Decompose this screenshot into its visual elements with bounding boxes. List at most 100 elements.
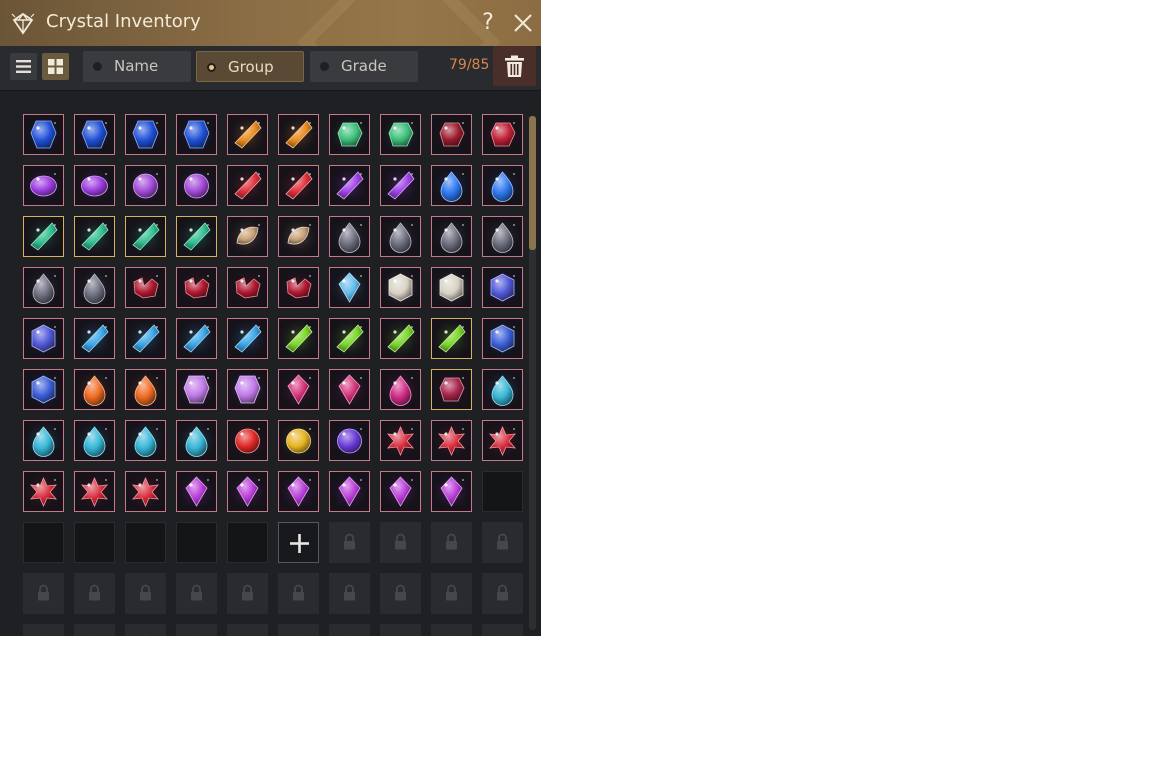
- crystal-slot[interactable]: [329, 318, 370, 359]
- crystal-slot[interactable]: [482, 267, 523, 308]
- delete-button[interactable]: [493, 46, 536, 86]
- crystal-slot[interactable]: [278, 369, 319, 410]
- sort-by-name-radio[interactable]: Name: [83, 51, 191, 82]
- crystal-slot[interactable]: [23, 165, 64, 206]
- empty-slot[interactable]: [176, 522, 217, 563]
- crystal-slot[interactable]: [23, 114, 64, 155]
- crystal-slot[interactable]: [176, 471, 217, 512]
- help-icon[interactable]: ?: [478, 9, 498, 37]
- crystal-slot[interactable]: [380, 318, 421, 359]
- crystal-slot[interactable]: [227, 114, 268, 155]
- empty-slot[interactable]: [125, 522, 166, 563]
- crystal-slot[interactable]: [431, 165, 472, 206]
- crystal-slot[interactable]: [431, 420, 472, 461]
- crystal-slot[interactable]: [380, 216, 421, 257]
- crystal-slot[interactable]: [23, 318, 64, 359]
- crystal-slot[interactable]: [278, 471, 319, 512]
- empty-slot[interactable]: [74, 522, 115, 563]
- close-icon[interactable]: [512, 12, 534, 34]
- crystal-slot[interactable]: [125, 318, 166, 359]
- crystal-slot[interactable]: [176, 114, 217, 155]
- crystal-slot[interactable]: [482, 216, 523, 257]
- crystal-slot[interactable]: [227, 318, 268, 359]
- sort-by-group-radio[interactable]: Group: [196, 51, 304, 82]
- crystal-slot[interactable]: [125, 369, 166, 410]
- crystal-slot[interactable]: [74, 216, 115, 257]
- crystal-slot[interactable]: [74, 267, 115, 308]
- crystal-slot[interactable]: [482, 165, 523, 206]
- crystal-slot[interactable]: [74, 420, 115, 461]
- crystal-slot[interactable]: [482, 318, 523, 359]
- crystal-slot[interactable]: [23, 267, 64, 308]
- crystal-slot[interactable]: [278, 318, 319, 359]
- crystal-slot[interactable]: [74, 369, 115, 410]
- crystal-slot[interactable]: [380, 267, 421, 308]
- crystal-slot[interactable]: [278, 216, 319, 257]
- crystal-slot[interactable]: [23, 369, 64, 410]
- empty-slot[interactable]: [482, 471, 523, 512]
- crystal-slot[interactable]: [380, 165, 421, 206]
- crystal-slot[interactable]: [380, 369, 421, 410]
- crystal-slot[interactable]: [329, 471, 370, 512]
- crystal-slot[interactable]: [227, 267, 268, 308]
- crystal-slot[interactable]: [176, 165, 217, 206]
- crystal-slot[interactable]: [329, 165, 370, 206]
- crystal-slot[interactable]: [23, 471, 64, 512]
- crystal-slot[interactable]: [125, 114, 166, 155]
- crystal-slot[interactable]: [278, 420, 319, 461]
- grid-view-button[interactable]: [42, 53, 69, 80]
- crystal-slot[interactable]: [74, 318, 115, 359]
- add-slot-button[interactable]: [278, 522, 319, 563]
- crystal-slot[interactable]: [176, 369, 217, 410]
- crystal-slot[interactable]: [431, 267, 472, 308]
- title-bar[interactable]: Crystal Inventory ?: [0, 0, 541, 47]
- crystal-slot[interactable]: [227, 420, 268, 461]
- crystal-slot[interactable]: [278, 267, 319, 308]
- crystal-slot[interactable]: [329, 420, 370, 461]
- scrollbar-thumb[interactable]: [529, 116, 536, 250]
- lock-icon: [194, 635, 199, 636]
- violet-oval-icon: [24, 166, 63, 205]
- crystal-slot[interactable]: [125, 216, 166, 257]
- crystal-slot[interactable]: [380, 420, 421, 461]
- empty-slot[interactable]: [23, 522, 64, 563]
- crystal-slot[interactable]: [278, 114, 319, 155]
- sapphire-cube-icon: [24, 370, 63, 409]
- crystal-slot[interactable]: [227, 471, 268, 512]
- crystal-slot[interactable]: [380, 471, 421, 512]
- crystal-slot[interactable]: [329, 114, 370, 155]
- crystal-slot[interactable]: [431, 369, 472, 410]
- crystal-slot[interactable]: [176, 267, 217, 308]
- scrollbar[interactable]: [529, 116, 536, 630]
- crystal-slot[interactable]: [125, 420, 166, 461]
- crystal-slot[interactable]: [227, 369, 268, 410]
- crystal-slot[interactable]: [23, 216, 64, 257]
- crystal-slot[interactable]: [431, 471, 472, 512]
- crystal-slot[interactable]: [125, 165, 166, 206]
- crystal-slot[interactable]: [329, 216, 370, 257]
- crystal-slot[interactable]: [329, 267, 370, 308]
- sort-by-grade-radio[interactable]: Grade: [310, 51, 418, 82]
- crystal-slot[interactable]: [482, 369, 523, 410]
- empty-slot[interactable]: [227, 522, 268, 563]
- crystal-slot[interactable]: [431, 216, 472, 257]
- crystal-slot[interactable]: [329, 369, 370, 410]
- crystal-slot[interactable]: [74, 471, 115, 512]
- crystal-slot[interactable]: [176, 420, 217, 461]
- crystal-slot[interactable]: [74, 165, 115, 206]
- crystal-slot[interactable]: [74, 114, 115, 155]
- crystal-slot[interactable]: [125, 267, 166, 308]
- crystal-slot[interactable]: [482, 420, 523, 461]
- crystal-slot[interactable]: [125, 471, 166, 512]
- crystal-slot[interactable]: [482, 114, 523, 155]
- crystal-slot[interactable]: [227, 216, 268, 257]
- crystal-slot[interactable]: [176, 318, 217, 359]
- crystal-slot[interactable]: [278, 165, 319, 206]
- list-view-button[interactable]: [10, 53, 37, 80]
- crystal-slot[interactable]: [431, 114, 472, 155]
- crystal-slot[interactable]: [23, 420, 64, 461]
- crystal-slot[interactable]: [176, 216, 217, 257]
- crystal-slot[interactable]: [380, 114, 421, 155]
- crystal-slot[interactable]: [431, 318, 472, 359]
- crystal-slot[interactable]: [227, 165, 268, 206]
